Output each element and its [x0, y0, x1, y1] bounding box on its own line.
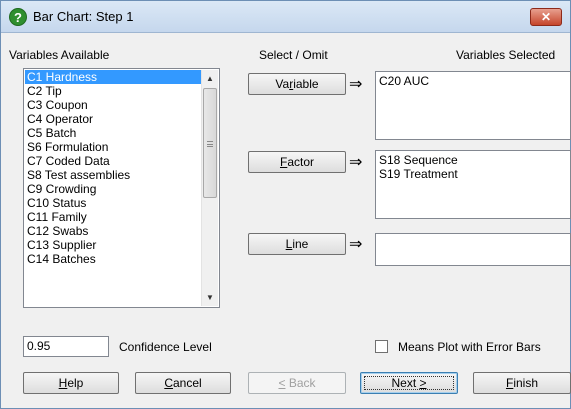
help-button-label-post: elp [67, 376, 84, 390]
cancel-button[interactable]: Cancel [135, 372, 231, 394]
variable-button[interactable]: Variable [248, 73, 346, 95]
list-item[interactable]: C11 Family [25, 210, 201, 224]
list-item[interactable]: C2 Tip [25, 84, 201, 98]
means-plot-label: Means Plot with Error Bars [398, 340, 541, 354]
scroll-down-icon[interactable]: ▼ [202, 289, 218, 306]
list-item[interactable]: C5 Batch [25, 126, 201, 140]
list-item[interactable]: C13 Supplier [25, 238, 201, 252]
list-item[interactable]: C12 Swabs [25, 224, 201, 238]
list-item[interactable]: S6 Formulation [25, 140, 201, 154]
variable-selected-box[interactable]: C20 AUC [375, 71, 571, 140]
window-title: Bar Chart: Step 1 [33, 9, 134, 24]
arrow-right-icon: ⇒ [349, 236, 363, 253]
arrow-right-icon: ⇒ [349, 154, 363, 171]
list-item[interactable]: C14 Batches [25, 252, 201, 266]
bar-chart-dialog: ? Bar Chart: Step 1 ✕ Variables Availabl… [0, 0, 571, 409]
factor-button-label-post: actor [287, 155, 315, 169]
finish-button[interactable]: Finish [473, 372, 571, 394]
variables-selected-label: Variables Selected [456, 48, 556, 62]
focus-rectangle [364, 376, 454, 390]
variable-selected-items: C20 AUC [379, 74, 567, 88]
confidence-level-label: Confidence Level [119, 340, 212, 354]
arrow-right-icon: ⇒ [349, 76, 363, 93]
list-item[interactable]: S8 Test assemblies [25, 168, 201, 182]
help-button[interactable]: Help [23, 372, 119, 394]
means-plot-checkbox[interactable] [375, 340, 388, 353]
variable-selected-item[interactable]: C20 AUC [379, 74, 567, 88]
question-icon: ? [9, 8, 27, 26]
scroll-thumb[interactable] [203, 88, 217, 198]
factor-button[interactable]: Factor [248, 151, 346, 173]
close-icon: ✕ [540, 10, 552, 24]
list-item[interactable]: C10 Status [25, 196, 201, 210]
factor-selected-item[interactable]: S19 Treatment [379, 167, 567, 181]
close-button[interactable]: ✕ [530, 8, 562, 26]
scroll-up-icon[interactable]: ▲ [202, 70, 218, 87]
variables-available-list[interactable]: C1 Hardness C2 Tip C3 Coupon C4 Operator C5 … [23, 68, 220, 308]
vertical-scrollbar[interactable]: ▲ ▼ [201, 70, 218, 306]
back-button[interactable]: < Back [248, 372, 346, 394]
list-item[interactable]: C9 Crowding [25, 182, 201, 196]
list-item[interactable]: C7 Coded Data [25, 154, 201, 168]
confidence-level-field[interactable]: 0.95 [23, 336, 109, 357]
grip-icon [207, 141, 213, 147]
line-selected-box[interactable] [375, 233, 571, 266]
variable-button-label-post: iable [293, 77, 319, 91]
list-item[interactable]: C4 Operator [25, 112, 201, 126]
back-button-mnemonic: < [278, 376, 286, 390]
line-button[interactable]: Line [248, 233, 346, 255]
cancel-button-label-post: ancel [172, 376, 202, 390]
cancel-button-mnemonic: C [164, 376, 173, 390]
select-omit-label: Select / Omit [259, 48, 328, 62]
list-item[interactable]: C3 Coupon [25, 98, 201, 112]
factor-selected-box[interactable]: S18 Sequence S19 Treatment [375, 150, 571, 219]
list-items: C1 Hardness C2 Tip C3 Coupon C4 Operator C5 … [25, 70, 201, 266]
next-button[interactable]: Next > [360, 372, 458, 394]
factor-selected-item[interactable]: S18 Sequence [379, 153, 567, 167]
variables-available-label: Variables Available [9, 48, 110, 62]
variable-button-label-pre: Va [275, 77, 290, 91]
finish-button-label-post: inish [513, 376, 539, 390]
title-bar: ? Bar Chart: Step 1 ✕ [1, 1, 570, 33]
line-button-label-post: ine [292, 237, 309, 251]
list-item[interactable]: C1 Hardness [25, 70, 201, 84]
factor-selected-items: S18 Sequence S19 Treatment [379, 153, 567, 181]
back-button-label-post: Back [285, 376, 316, 390]
